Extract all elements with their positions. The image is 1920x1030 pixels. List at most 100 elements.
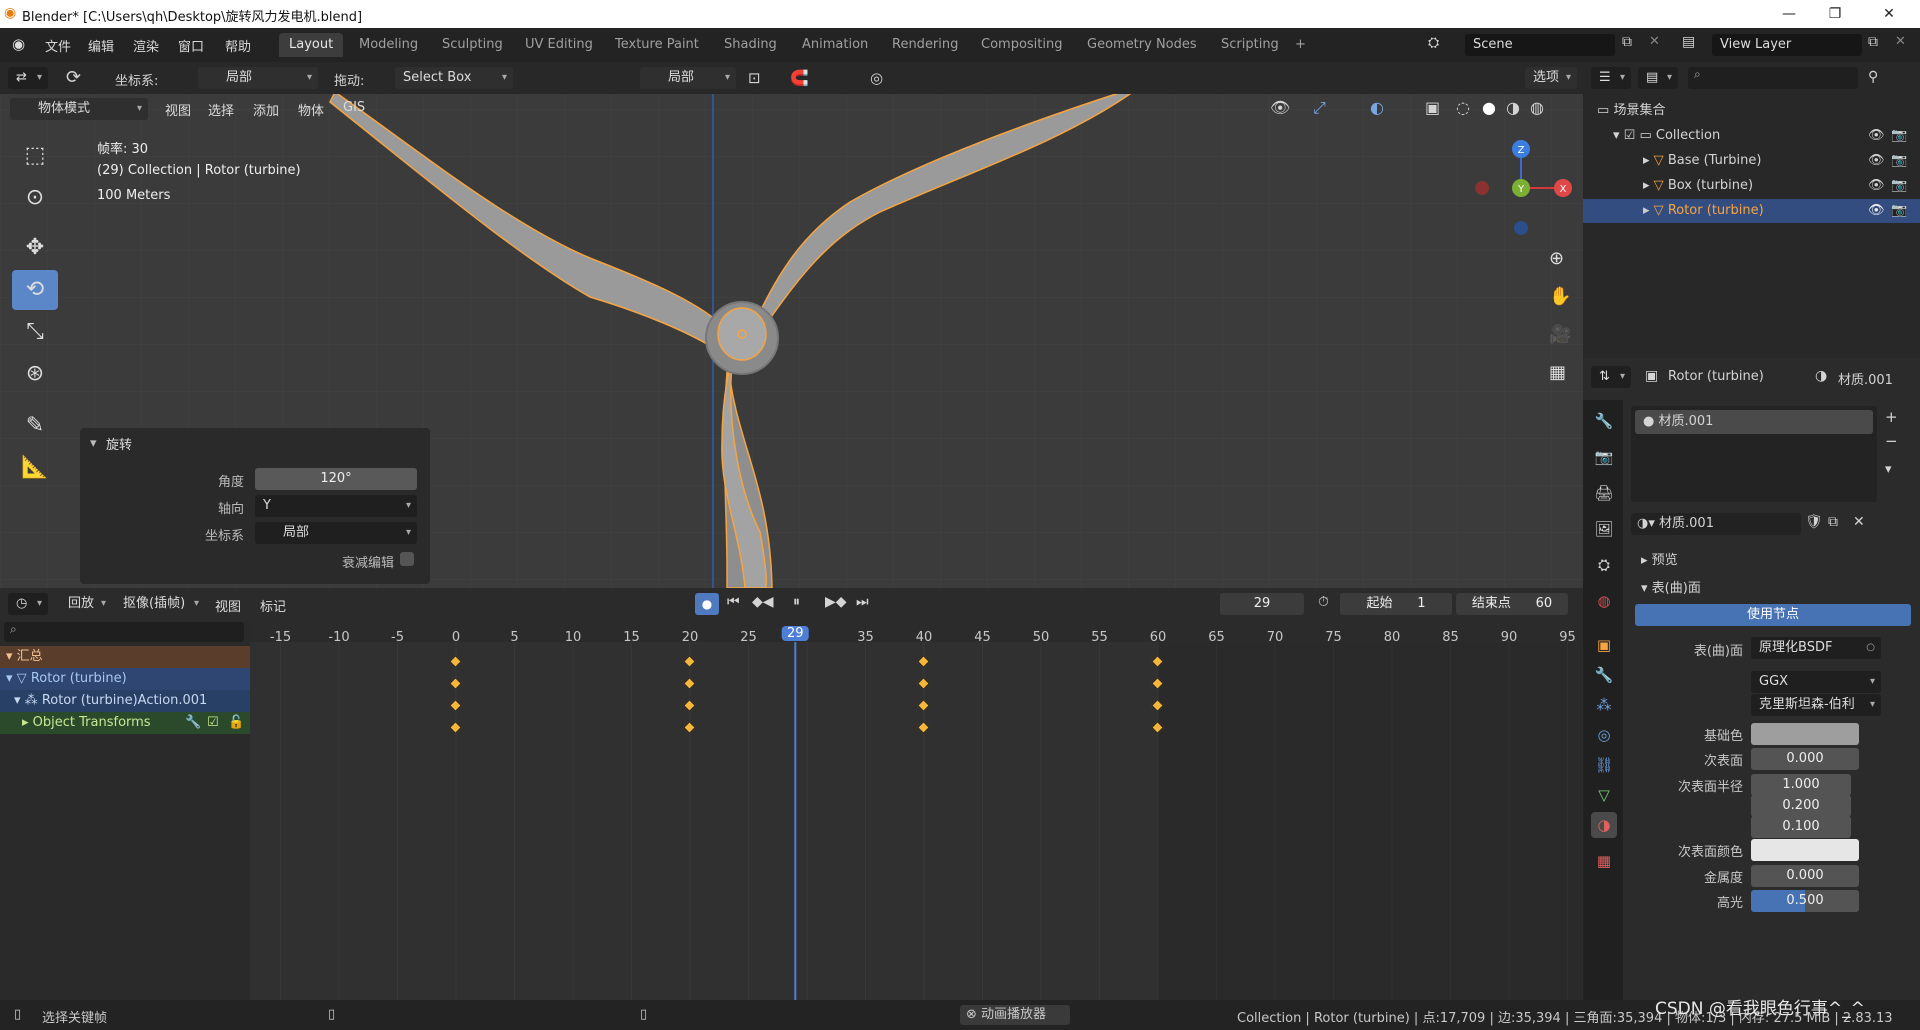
radius-y-field[interactable]: 0.200	[1751, 795, 1851, 817]
object-collapse-icon[interactable]: ▾	[0, 671, 13, 686]
playback-menu[interactable]: 回放 ▾	[60, 593, 112, 615]
playhead-frame-label[interactable]: 29	[782, 626, 809, 641]
jump-end-icon[interactable]: ⏭	[856, 594, 869, 610]
summary-collapse-icon[interactable]: ▾	[0, 649, 13, 664]
redo-coord-dropdown[interactable]: 局部 ▾	[255, 522, 417, 544]
proportional-checkbox[interactable]	[400, 552, 414, 566]
material-tab-icon[interactable]: ◑	[1591, 812, 1617, 838]
base-expand-icon[interactable]: ▸	[1583, 153, 1650, 168]
options-dropdown[interactable]: 选项 ▾	[1525, 67, 1577, 89]
scene-collection-row[interactable]: ▭ 场景集合	[1583, 99, 1920, 123]
tab-shading[interactable]: Shading	[714, 33, 787, 57]
tab-compositing[interactable]: Compositing	[971, 33, 1073, 57]
visibility-icon[interactable]: 👁	[1270, 98, 1290, 117]
tab-sculpting[interactable]: Sculpting	[432, 33, 513, 57]
physics-tab-icon[interactable]: ◎	[1591, 722, 1617, 748]
material-selector[interactable]: ◑▾ 材质.001	[1631, 513, 1801, 535]
channel-enable-checkbox[interactable]: ☑	[207, 712, 219, 734]
delete-scene-icon[interactable]: ✕	[1649, 34, 1660, 49]
action-channel-row[interactable]: ▾ ⁂ Rotor (turbine)Action.001	[0, 690, 250, 712]
radius-z-field[interactable]: 0.100	[1751, 816, 1851, 838]
redo-collapse-icon[interactable]: ▾	[90, 436, 97, 451]
add-workspace-button[interactable]: +	[1285, 33, 1316, 57]
display-mode-dropdown[interactable]: ▤ ▾	[1638, 67, 1678, 89]
editor-type-button[interactable]: ⇄ ▾	[8, 67, 48, 89]
outliner-item-base[interactable]: ▸ ▽ Base (Turbine) 👁 📷	[1583, 149, 1920, 173]
material-browse-icon[interactable]: ◑▾	[1631, 516, 1655, 531]
collection-row[interactable]: ▾ ☑ ▭ Collection 👁 📷	[1583, 124, 1920, 148]
world-tab-icon[interactable]: ◍	[1591, 588, 1617, 614]
tab-texture-paint[interactable]: Texture Paint	[605, 33, 709, 57]
timeline-marker-menu[interactable]: 标记	[260, 596, 286, 615]
box-expand-icon[interactable]: ▸	[1583, 178, 1650, 193]
subsurface-field[interactable]: 0.000	[1751, 748, 1859, 770]
scale-tool-icon[interactable]: ⤡	[12, 312, 58, 352]
data-tab-icon[interactable]: ▽	[1591, 782, 1617, 808]
rotate-tool-icon[interactable]: ⟲	[12, 270, 58, 310]
proportional-edit-icon[interactable]: ◎	[870, 69, 883, 87]
ortho-grid-icon[interactable]: ▦	[1549, 362, 1566, 383]
rotor-eye-icon[interactable]: 👁	[1868, 199, 1885, 223]
tab-modeling[interactable]: Modeling	[349, 33, 428, 57]
menu-help[interactable]: 帮助	[225, 36, 251, 55]
camera-view-icon[interactable]: 🎥	[1549, 324, 1571, 345]
surface-shader-dropdown[interactable]: 原理化BSDF ○	[1751, 637, 1881, 659]
new-scene-icon[interactable]: ⧉	[1622, 34, 1632, 50]
fake-user-icon[interactable]: 🛡	[1805, 514, 1823, 530]
pivot-dropdown[interactable]: 局部 ▾	[640, 67, 736, 89]
tab-animation[interactable]: Animation	[792, 33, 878, 57]
vp-menu-add[interactable]: 添加	[253, 100, 279, 119]
timeline-view-menu[interactable]: 视图	[215, 596, 241, 615]
render-tab-icon[interactable]: 📷	[1591, 444, 1617, 470]
rotor-expand-icon[interactable]: ▸	[1583, 203, 1650, 218]
filter-icon[interactable]: ⚲	[1868, 69, 1878, 85]
close-window-button[interactable]: ✕	[1866, 0, 1912, 28]
constraints-tab-icon[interactable]: ⛓	[1591, 752, 1617, 778]
outliner-search-field[interactable]: ⌕	[1688, 67, 1858, 89]
annotate-tool-icon[interactable]: ✎	[12, 406, 58, 446]
slot-menu-icon[interactable]: ▾	[1885, 462, 1892, 477]
tab-uv-editing[interactable]: UV Editing	[515, 33, 603, 57]
new-view-layer-icon[interactable]: ⧉	[1868, 34, 1878, 50]
move-tool-icon[interactable]: ✥	[12, 228, 58, 268]
current-frame-field[interactable]: 29	[1220, 593, 1304, 615]
scene-tab-icon[interactable]: ⛭	[1591, 552, 1617, 578]
surface-panel-header[interactable]: ▾ 表(曲)面	[1641, 577, 1701, 596]
tab-rendering[interactable]: Rendering	[882, 33, 968, 57]
blender-menu-icon[interactable]: ◉	[12, 35, 25, 53]
action-collapse-icon[interactable]: ▾	[0, 693, 21, 708]
delete-view-layer-icon[interactable]: ✕	[1895, 34, 1906, 49]
material-shading-icon[interactable]: ◑	[1506, 98, 1520, 117]
preview-panel-header[interactable]: ▸ 预览	[1641, 549, 1678, 568]
mode-dropdown[interactable]: 物体模式 ▾	[10, 98, 148, 120]
channel-search-field[interactable]: ⌕	[4, 622, 244, 642]
pause-icon[interactable]: ⏸	[793, 594, 800, 610]
base-color-swatch[interactable]	[1751, 723, 1859, 745]
vp-menu-view[interactable]: 视图	[165, 100, 191, 119]
rotor-camera-icon[interactable]: 📷	[1891, 199, 1907, 223]
tab-layout[interactable]: Layout	[279, 33, 344, 57]
xray-icon[interactable]: ▣	[1425, 98, 1440, 117]
vp-menu-object[interactable]: 物体	[298, 100, 324, 119]
scene-selector[interactable]: Scene	[1465, 34, 1615, 56]
base-camera-icon[interactable]: 📷	[1891, 149, 1907, 173]
remove-slot-icon[interactable]: −	[1885, 432, 1898, 450]
start-frame-field[interactable]: 起始 1	[1340, 593, 1452, 615]
menu-file[interactable]: 文件	[45, 36, 71, 55]
snap-pivot-icon[interactable]: ⊡	[748, 69, 761, 87]
add-slot-icon[interactable]: +	[1885, 408, 1898, 426]
view-layer-tab-icon[interactable]: 🖼	[1591, 516, 1617, 542]
subsurface-color-swatch[interactable]	[1751, 839, 1859, 861]
outliner-item-box[interactable]: ▸ ▽ Box (turbine) 👁 📷	[1583, 174, 1920, 198]
box-camera-icon[interactable]: 📷	[1891, 174, 1907, 198]
specular-slider[interactable]: 0.500	[1751, 890, 1859, 912]
outliner-item-rotor[interactable]: ▸ ▽ Rotor (turbine) 👁 📷	[1583, 199, 1920, 223]
measure-tool-icon[interactable]: 📐	[12, 448, 58, 488]
timeline-editor-type[interactable]: ◷ ▾	[8, 593, 48, 615]
angle-field[interactable]: 120°	[255, 468, 417, 490]
collection-collapse-icon[interactable]: ▾	[1583, 128, 1620, 143]
drag-dropdown[interactable]: Select Box ▾	[395, 67, 513, 89]
collection-camera-icon[interactable]: 📷	[1891, 124, 1907, 148]
modifier-wrench-icon[interactable]: 🔧	[185, 712, 201, 734]
snap-toggle-icon[interactable]: 🧲	[790, 69, 809, 87]
